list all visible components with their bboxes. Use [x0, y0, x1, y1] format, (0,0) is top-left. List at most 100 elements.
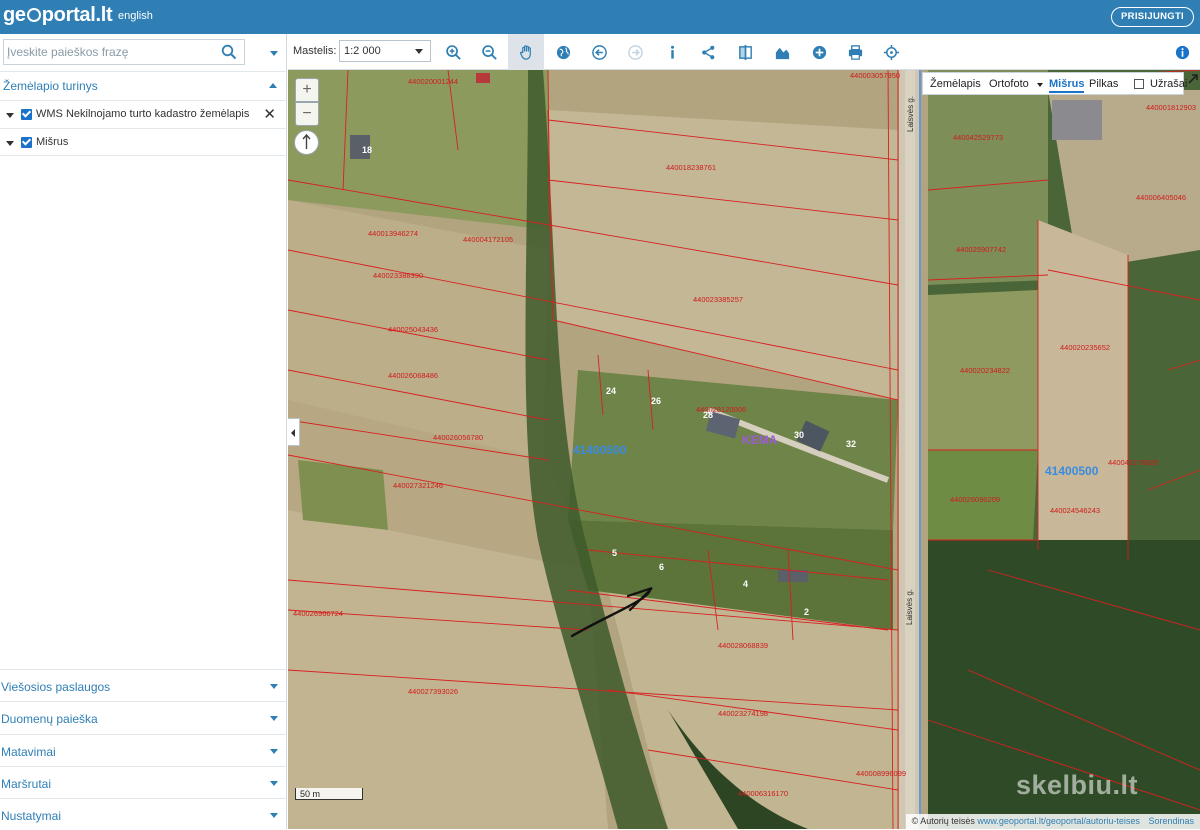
- layer-item-misrus[interactable]: Mišrus: [0, 128, 287, 156]
- pan-hand-icon[interactable]: [508, 34, 544, 70]
- zoom-out-button[interactable]: −: [295, 102, 319, 126]
- globe-logo-icon: [26, 8, 41, 22]
- parcel-label: 440004172105: [463, 235, 513, 244]
- add-icon[interactable]: [801, 34, 837, 70]
- zoom-in-button[interactable]: +: [295, 78, 319, 102]
- house-number: 5: [612, 548, 617, 558]
- parcel-label: 440026068486: [388, 371, 438, 380]
- section-data-search[interactable]: Duomenų paieška: [0, 701, 287, 733]
- print-icon[interactable]: [837, 34, 873, 70]
- chevron-down-icon[interactable]: [270, 749, 278, 754]
- chevron-up-icon[interactable]: [269, 83, 277, 88]
- chevron-down-icon[interactable]: [270, 716, 278, 721]
- section-measurements[interactable]: Matavimai: [0, 734, 287, 766]
- zoom-out-icon[interactable]: [471, 34, 507, 70]
- parcel-label: 440042176826: [1108, 458, 1158, 467]
- layer-label: Mišrus: [36, 136, 69, 148]
- left-panel: Žemėlapio turinys WMS Nekilnojamo turto …: [0, 34, 287, 829]
- attribution-suffix[interactable]: Sorendinas: [1148, 816, 1194, 826]
- parcel-label: 440003057950: [850, 71, 900, 80]
- district-code: 41400500: [573, 443, 627, 457]
- share-icon[interactable]: [690, 34, 726, 70]
- map-label: KEMA: [742, 433, 778, 447]
- collapse-panel-button[interactable]: [288, 418, 300, 446]
- language-link[interactable]: english: [118, 10, 153, 22]
- parcel-label: 440020234822: [960, 366, 1010, 375]
- expand-icon[interactable]: [1186, 72, 1200, 86]
- chevron-down-icon[interactable]: [1037, 83, 1043, 87]
- parcel-label: 440042529773: [953, 133, 1003, 142]
- forward-arrow-icon[interactable]: [617, 34, 653, 70]
- parcel-label: 440006405046: [1136, 193, 1186, 202]
- profile-chart-icon[interactable]: [764, 34, 800, 70]
- district-code: 41400500: [1045, 464, 1099, 478]
- expand-triangle-icon[interactable]: [6, 141, 14, 146]
- parcel-label: 440023385257: [693, 295, 743, 304]
- section-routes[interactable]: Maršrutai: [0, 766, 287, 798]
- parcel-label: 440013946274: [368, 229, 418, 238]
- section-label: Duomenų paieška: [1, 712, 98, 726]
- chevron-down-icon: [415, 49, 423, 54]
- north-arrow-button[interactable]: [294, 130, 319, 155]
- layers-panel-header[interactable]: Žemėlapio turinys: [0, 71, 287, 99]
- chevron-down-icon[interactable]: [270, 51, 278, 56]
- basemap-option-ortho[interactable]: Ortofoto: [989, 78, 1029, 90]
- back-arrow-icon[interactable]: [581, 34, 617, 70]
- house-number: 32: [846, 439, 856, 449]
- section-label: Viešosios paslaugos: [1, 680, 111, 694]
- house-number: 2: [804, 607, 809, 617]
- house-number: 4: [743, 579, 748, 589]
- house-number: 24: [606, 386, 616, 396]
- scale-value: 1:2 000: [344, 45, 381, 57]
- logo-text-left: ge: [3, 4, 26, 26]
- compare-icon[interactable]: [727, 34, 763, 70]
- search-icon[interactable]: [221, 44, 237, 60]
- scale-select[interactable]: 1:2 000: [339, 40, 431, 62]
- locate-crosshair-icon[interactable]: [873, 34, 909, 70]
- map-canvas[interactable]: 440020001244 440013946274 440004172105 4…: [288, 70, 1200, 829]
- watermark: skelbiu.lt: [1016, 770, 1139, 800]
- section-public-services[interactable]: Viešosios paslaugos: [0, 669, 287, 701]
- info-circle-icon[interactable]: [1164, 34, 1200, 70]
- top-header: ge portal.lt english PRISIJUNGTI: [0, 0, 1200, 34]
- search-input[interactable]: [3, 39, 245, 65]
- parcel-label: 440027321246: [393, 481, 443, 490]
- login-button[interactable]: PRISIJUNGTI: [1111, 7, 1194, 27]
- parcel-label: 440025043436: [388, 325, 438, 334]
- parcel-label: 440026056780: [433, 433, 483, 442]
- section-label: Matavimai: [1, 745, 56, 759]
- parcel-label: 440001812903: [1146, 103, 1196, 112]
- close-icon[interactable]: ✕: [263, 105, 276, 123]
- parcel-label: 440025907742: [956, 245, 1006, 254]
- attribution-link[interactable]: www.geoportal.lt/geoportal/autoriu-teise…: [977, 816, 1140, 826]
- street-label: Laisvės g.: [906, 96, 915, 132]
- scale-label: Mastelis:: [293, 45, 337, 57]
- basemap-option-mixed[interactable]: Mišrus: [1049, 78, 1085, 93]
- chevron-down-icon[interactable]: [270, 684, 278, 689]
- house-number: 28: [703, 410, 713, 420]
- logo-text-right: portal.lt: [41, 4, 113, 26]
- layer-item-wms-kadastras[interactable]: WMS Nekilnojamo turto kadastro žemėlapis…: [0, 100, 287, 128]
- globe-icon[interactable]: [545, 34, 581, 70]
- parcel-label: 440020235652: [1060, 343, 1110, 352]
- house-number: 26: [651, 396, 661, 406]
- north-arrow-icon: [302, 133, 311, 149]
- geoportal-logo[interactable]: ge portal.lt: [3, 4, 113, 27]
- scale-bar: 50 m: [295, 788, 363, 800]
- info-icon[interactable]: [654, 34, 690, 70]
- zoom-in-icon[interactable]: [435, 34, 471, 70]
- expand-triangle-icon[interactable]: [6, 113, 14, 118]
- basemap-option-grey[interactable]: Pilkas: [1089, 78, 1118, 90]
- section-settings[interactable]: Nustatymai: [0, 798, 287, 830]
- layers-panel-title: Žemėlapio turinys: [3, 79, 98, 93]
- layer-checkbox[interactable]: [21, 137, 32, 148]
- section-label: Nustatymai: [1, 809, 62, 823]
- orthophoto-layer: 440020001244 440013946274 440004172105 4…: [288, 70, 1200, 829]
- labels-checkbox[interactable]: [1134, 79, 1144, 89]
- chevron-down-icon[interactable]: [270, 813, 278, 818]
- parcel-label: 440026090209: [950, 495, 1000, 504]
- basemap-option-map[interactable]: Žemėlapis: [930, 78, 981, 90]
- labels-toggle-label: Užrašai: [1150, 78, 1188, 90]
- chevron-down-icon[interactable]: [270, 781, 278, 786]
- layer-checkbox[interactable]: [21, 109, 32, 120]
